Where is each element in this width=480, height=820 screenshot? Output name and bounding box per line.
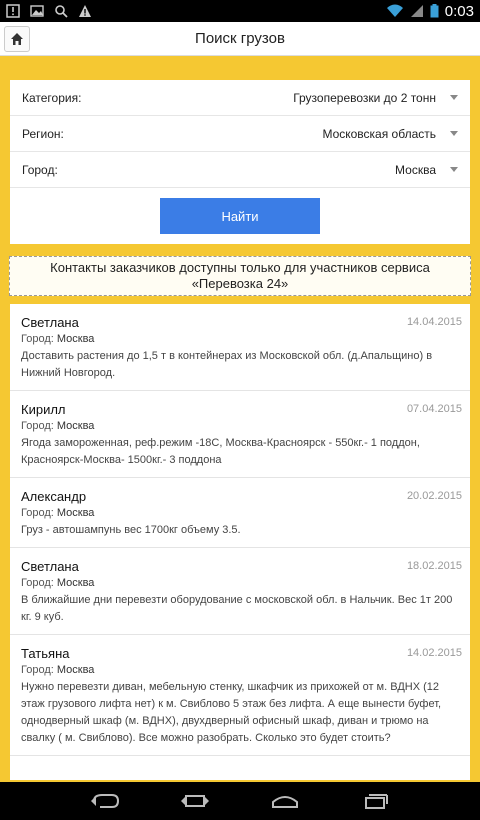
customer-name: Александр: [21, 489, 87, 504]
back-icon: [91, 794, 120, 808]
customer-name: Светлана: [21, 559, 79, 574]
recents-icon: [365, 794, 388, 809]
page-title: Поиск грузов: [195, 30, 285, 47]
order-city: Город: Москва: [21, 333, 95, 345]
list-item[interactable]: Светлана 18.02.2015 Город: Москва В ближ…: [10, 548, 470, 635]
signal-icon: [410, 5, 423, 17]
city-value: Москва: [395, 162, 436, 177]
city-select[interactable]: Город: Москва: [10, 152, 470, 188]
battery-icon: [430, 4, 439, 18]
home-nav-icon: [272, 796, 298, 808]
image-icon: [30, 5, 44, 17]
region-select[interactable]: Регион: Московская область: [10, 116, 470, 152]
order-description: Груз - автошампунь вес 1700кг объему 3.5…: [21, 524, 241, 536]
order-description: В ближайшие дни перевезти оборудование с…: [21, 594, 453, 623]
fullscreen-button[interactable]: [175, 786, 215, 816]
system-nav-bar: [0, 782, 480, 820]
recents-button[interactable]: [355, 786, 395, 816]
order-description: Доставить растения до 1,5 т в контейнера…: [21, 350, 433, 379]
order-date: 14.04.2015: [406, 316, 462, 328]
order-date: 14.02.2015: [406, 647, 462, 659]
order-date: 20.02.2015: [406, 490, 462, 502]
alert-icon: [79, 5, 91, 17]
back-button[interactable]: [85, 786, 125, 816]
status-time: 0:03: [444, 2, 474, 20]
home-button[interactable]: [4, 26, 30, 52]
list-item[interactable]: Кирилл 07.04.2015 Город: Москва Ягода за…: [10, 391, 470, 478]
order-city: Город: Москва: [21, 664, 95, 676]
order-city: Город: Москва: [21, 420, 95, 432]
order-city: Город: Москва: [21, 577, 95, 589]
wifi-icon: [386, 4, 403, 17]
home-nav-button[interactable]: [265, 786, 305, 816]
order-city: Город: Москва: [21, 507, 95, 519]
dropdown-arrow-icon: [450, 131, 458, 136]
search-icon: [55, 5, 68, 18]
filter-panel: Категория: Грузоперевозки до 2 тонн Реги…: [10, 80, 470, 244]
list-item[interactable]: Светлана 14.04.2015 Город: Москва Достав…: [10, 304, 470, 391]
list-item[interactable]: Александр 20.02.2015 Город: Москва Груз …: [10, 478, 470, 548]
home-icon: [11, 33, 23, 45]
access-notice: Контакты заказчиков доступны только для …: [9, 256, 471, 296]
category-value: Грузоперевозки до 2 тонн: [293, 90, 436, 105]
order-description: Ягода замороженная, реф.режим -18С, Моск…: [21, 437, 420, 466]
order-description: Нужно перевезти диван, мебельную стенку,…: [21, 681, 442, 744]
search-area: Найти: [10, 188, 470, 244]
dropdown-arrow-icon: [450, 167, 458, 172]
region-label: Регион:: [22, 126, 64, 141]
orders-list[interactable]: Светлана 14.04.2015 Город: Москва Достав…: [10, 304, 470, 780]
category-label: Категория:: [22, 90, 82, 105]
fullscreen-icon: [181, 795, 209, 807]
city-label: Город:: [22, 162, 58, 177]
status-bar: 0:03: [0, 0, 480, 22]
app-bar: Поиск грузов: [0, 22, 480, 56]
search-button[interactable]: Найти: [160, 198, 320, 234]
customer-name: Кирилл: [21, 402, 66, 417]
list-item[interactable]: Татьяна 14.02.2015 Город: Москва Нужно п…: [10, 635, 470, 756]
category-select[interactable]: Категория: Грузоперевозки до 2 тонн: [10, 80, 470, 116]
order-date: 07.04.2015: [406, 403, 462, 415]
customer-name: Татьяна: [21, 646, 70, 661]
notification-warning-icon: [6, 4, 20, 18]
customer-name: Светлана: [21, 315, 79, 330]
dropdown-arrow-icon: [450, 95, 458, 100]
order-date: 18.02.2015: [406, 560, 462, 572]
region-value: Московская область: [322, 126, 436, 141]
